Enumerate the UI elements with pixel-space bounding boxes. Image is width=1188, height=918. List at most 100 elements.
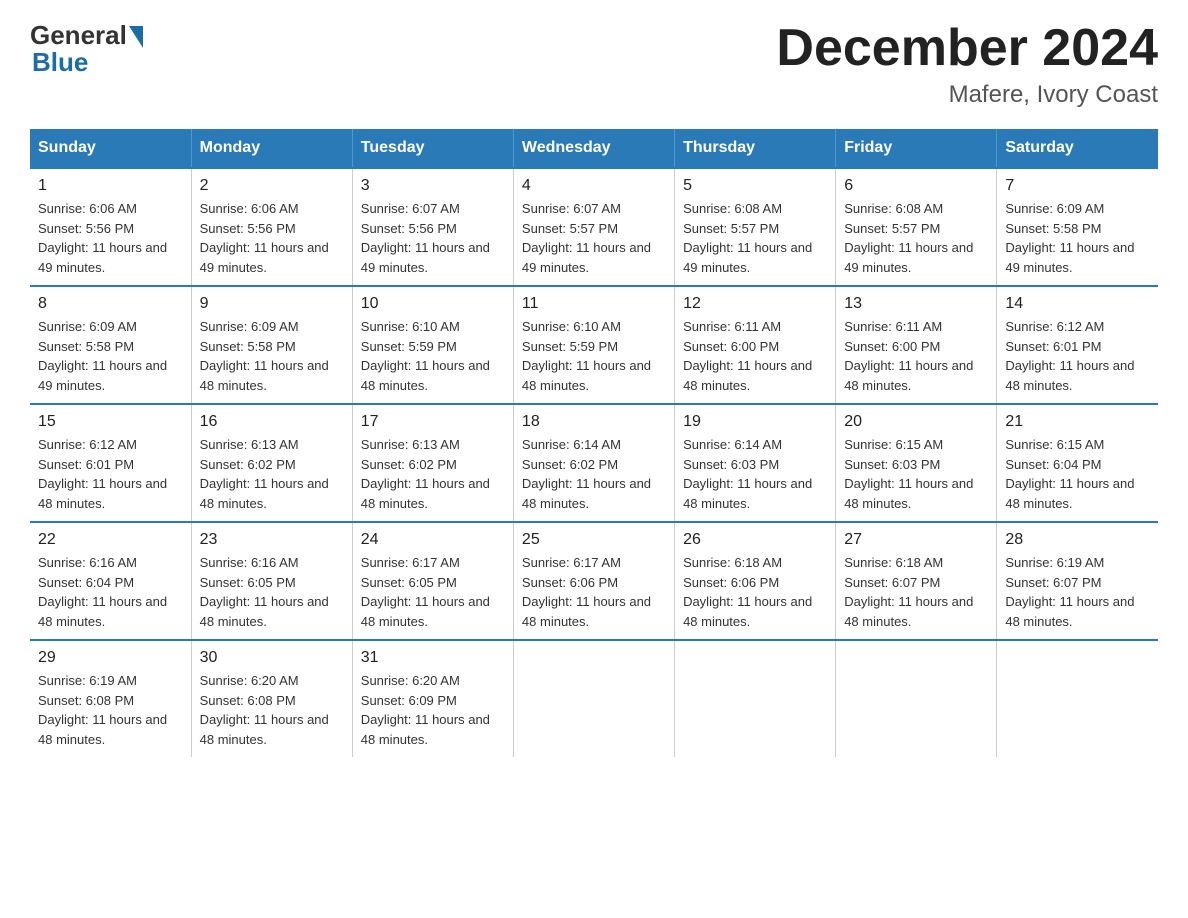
day-number: 18 (522, 413, 666, 431)
day-info: Sunrise: 6:06 AMSunset: 5:56 PMDaylight:… (200, 199, 344, 277)
calendar-header-row: SundayMondayTuesdayWednesdayThursdayFrid… (30, 129, 1158, 168)
day-number: 27 (844, 531, 988, 549)
day-info: Sunrise: 6:19 AMSunset: 6:08 PMDaylight:… (38, 671, 183, 749)
calendar-cell: 8 Sunrise: 6:09 AMSunset: 5:58 PMDaylight… (30, 286, 191, 404)
day-number: 30 (200, 649, 344, 667)
day-number: 1 (38, 177, 183, 195)
day-info: Sunrise: 6:06 AMSunset: 5:56 PMDaylight:… (38, 199, 183, 277)
day-number: 11 (522, 295, 666, 313)
day-number: 12 (683, 295, 827, 313)
day-info: Sunrise: 6:13 AMSunset: 6:02 PMDaylight:… (361, 435, 505, 513)
logo: General Blue (30, 20, 143, 78)
header-thursday: Thursday (675, 129, 836, 168)
calendar-cell: 15 Sunrise: 6:12 AMSunset: 6:01 PMDayligh… (30, 404, 191, 522)
day-number: 16 (200, 413, 344, 431)
calendar-cell: 29 Sunrise: 6:19 AMSunset: 6:08 PMDayligh… (30, 640, 191, 757)
day-info: Sunrise: 6:07 AMSunset: 5:57 PMDaylight:… (522, 199, 666, 277)
calendar-cell: 13Sunrise: 6:11 AMSunset: 6:00 PMDayligh… (836, 286, 997, 404)
day-number: 31 (361, 649, 505, 667)
day-info: Sunrise: 6:15 AMSunset: 6:03 PMDaylight:… (844, 435, 988, 513)
calendar-cell: 4 Sunrise: 6:07 AMSunset: 5:57 PMDaylight… (513, 168, 674, 286)
header-sunday: Sunday (30, 129, 191, 168)
day-info: Sunrise: 6:12 AMSunset: 6:01 PMDaylight:… (38, 435, 183, 513)
day-number: 23 (200, 531, 344, 549)
page-title: December 2024 (776, 20, 1158, 77)
day-number: 22 (38, 531, 183, 549)
day-info: Sunrise: 6:09 AMSunset: 5:58 PMDaylight:… (1005, 199, 1150, 277)
day-number: 24 (361, 531, 505, 549)
day-number: 3 (361, 177, 505, 195)
day-number: 26 (683, 531, 827, 549)
calendar-week-row: 15 Sunrise: 6:12 AMSunset: 6:01 PMDayligh… (30, 404, 1158, 522)
day-info: Sunrise: 6:17 AMSunset: 6:06 PMDaylight:… (522, 553, 666, 631)
header-monday: Monday (191, 129, 352, 168)
calendar-cell: 5Sunrise: 6:08 AMSunset: 5:57 PMDaylight… (675, 168, 836, 286)
calendar-cell: 11 Sunrise: 6:10 AMSunset: 5:59 PMDayligh… (513, 286, 674, 404)
day-info: Sunrise: 6:09 AMSunset: 5:58 PMDaylight:… (38, 317, 183, 395)
day-number: 14 (1005, 295, 1150, 313)
calendar-cell: 3 Sunrise: 6:07 AMSunset: 5:56 PMDaylight… (352, 168, 513, 286)
day-number: 28 (1005, 531, 1150, 549)
title-block: December 2024 Mafere, Ivory Coast (776, 20, 1158, 109)
day-info: Sunrise: 6:20 AMSunset: 6:09 PMDaylight:… (361, 671, 505, 749)
calendar-cell: 12 Sunrise: 6:11 AMSunset: 6:00 PMDayligh… (675, 286, 836, 404)
day-number: 29 (38, 649, 183, 667)
calendar-cell (513, 640, 674, 757)
calendar-cell: 19 Sunrise: 6:14 AMSunset: 6:03 PMDayligh… (675, 404, 836, 522)
calendar-cell: 20 Sunrise: 6:15 AMSunset: 6:03 PMDayligh… (836, 404, 997, 522)
day-number: 2 (200, 177, 344, 195)
day-info: Sunrise: 6:11 AMSunset: 6:00 PMDaylight:… (683, 317, 827, 395)
day-info: Sunrise: 6:14 AMSunset: 6:02 PMDaylight:… (522, 435, 666, 513)
calendar-cell: 26 Sunrise: 6:18 AMSunset: 6:06 PMDayligh… (675, 522, 836, 640)
calendar-cell: 18 Sunrise: 6:14 AMSunset: 6:02 PMDayligh… (513, 404, 674, 522)
day-info: Sunrise: 6:09 AMSunset: 5:58 PMDaylight:… (200, 317, 344, 395)
calendar-cell: 1 Sunrise: 6:06 AMSunset: 5:56 PMDaylight… (30, 168, 191, 286)
calendar-week-row: 22 Sunrise: 6:16 AMSunset: 6:04 PMDayligh… (30, 522, 1158, 640)
day-info: Sunrise: 6:13 AMSunset: 6:02 PMDaylight:… (200, 435, 344, 513)
calendar-cell: 9 Sunrise: 6:09 AMSunset: 5:58 PMDaylight… (191, 286, 352, 404)
day-number: 17 (361, 413, 505, 431)
day-number: 15 (38, 413, 183, 431)
page-subtitle: Mafere, Ivory Coast (776, 81, 1158, 109)
calendar-cell: 7 Sunrise: 6:09 AMSunset: 5:58 PMDaylight… (997, 168, 1158, 286)
calendar-cell: 6Sunrise: 6:08 AMSunset: 5:57 PMDaylight… (836, 168, 997, 286)
day-info: Sunrise: 6:18 AMSunset: 6:06 PMDaylight:… (683, 553, 827, 631)
day-number: 8 (38, 295, 183, 313)
calendar-table: SundayMondayTuesdayWednesdayThursdayFrid… (30, 129, 1158, 757)
calendar-cell: 30 Sunrise: 6:20 AMSunset: 6:08 PMDayligh… (191, 640, 352, 757)
calendar-cell: 22 Sunrise: 6:16 AMSunset: 6:04 PMDayligh… (30, 522, 191, 640)
calendar-cell (675, 640, 836, 757)
calendar-cell: 2 Sunrise: 6:06 AMSunset: 5:56 PMDaylight… (191, 168, 352, 286)
day-info: Sunrise: 6:12 AMSunset: 6:01 PMDaylight:… (1005, 317, 1150, 395)
calendar-cell: 16 Sunrise: 6:13 AMSunset: 6:02 PMDayligh… (191, 404, 352, 522)
day-info: Sunrise: 6:08 AMSunset: 5:57 PMDaylight:… (683, 199, 827, 277)
day-number: 7 (1005, 177, 1150, 195)
calendar-cell: 28Sunrise: 6:19 AMSunset: 6:07 PMDayligh… (997, 522, 1158, 640)
day-number: 4 (522, 177, 666, 195)
calendar-cell: 25 Sunrise: 6:17 AMSunset: 6:06 PMDayligh… (513, 522, 674, 640)
day-info: Sunrise: 6:20 AMSunset: 6:08 PMDaylight:… (200, 671, 344, 749)
day-info: Sunrise: 6:07 AMSunset: 5:56 PMDaylight:… (361, 199, 505, 277)
day-info: Sunrise: 6:14 AMSunset: 6:03 PMDaylight:… (683, 435, 827, 513)
calendar-cell (836, 640, 997, 757)
day-number: 19 (683, 413, 827, 431)
calendar-cell: 21Sunrise: 6:15 AMSunset: 6:04 PMDayligh… (997, 404, 1158, 522)
logo-triangle-icon (129, 26, 143, 48)
calendar-cell: 10Sunrise: 6:10 AMSunset: 5:59 PMDayligh… (352, 286, 513, 404)
day-info: Sunrise: 6:17 AMSunset: 6:05 PMDaylight:… (361, 553, 505, 631)
calendar-week-row: 1 Sunrise: 6:06 AMSunset: 5:56 PMDaylight… (30, 168, 1158, 286)
day-info: Sunrise: 6:11 AMSunset: 6:00 PMDaylight:… (844, 317, 988, 395)
day-info: Sunrise: 6:16 AMSunset: 6:04 PMDaylight:… (38, 553, 183, 631)
day-info: Sunrise: 6:08 AMSunset: 5:57 PMDaylight:… (844, 199, 988, 277)
day-number: 20 (844, 413, 988, 431)
calendar-cell: 24 Sunrise: 6:17 AMSunset: 6:05 PMDayligh… (352, 522, 513, 640)
day-number: 9 (200, 295, 344, 313)
day-info: Sunrise: 6:16 AMSunset: 6:05 PMDaylight:… (200, 553, 344, 631)
day-info: Sunrise: 6:10 AMSunset: 5:59 PMDaylight:… (522, 317, 666, 395)
calendar-cell: 17 Sunrise: 6:13 AMSunset: 6:02 PMDayligh… (352, 404, 513, 522)
day-info: Sunrise: 6:15 AMSunset: 6:04 PMDaylight:… (1005, 435, 1150, 513)
logo-blue-text: Blue (32, 47, 88, 78)
calendar-cell: 14 Sunrise: 6:12 AMSunset: 6:01 PMDayligh… (997, 286, 1158, 404)
day-number: 25 (522, 531, 666, 549)
calendar-cell: 31 Sunrise: 6:20 AMSunset: 6:09 PMDayligh… (352, 640, 513, 757)
